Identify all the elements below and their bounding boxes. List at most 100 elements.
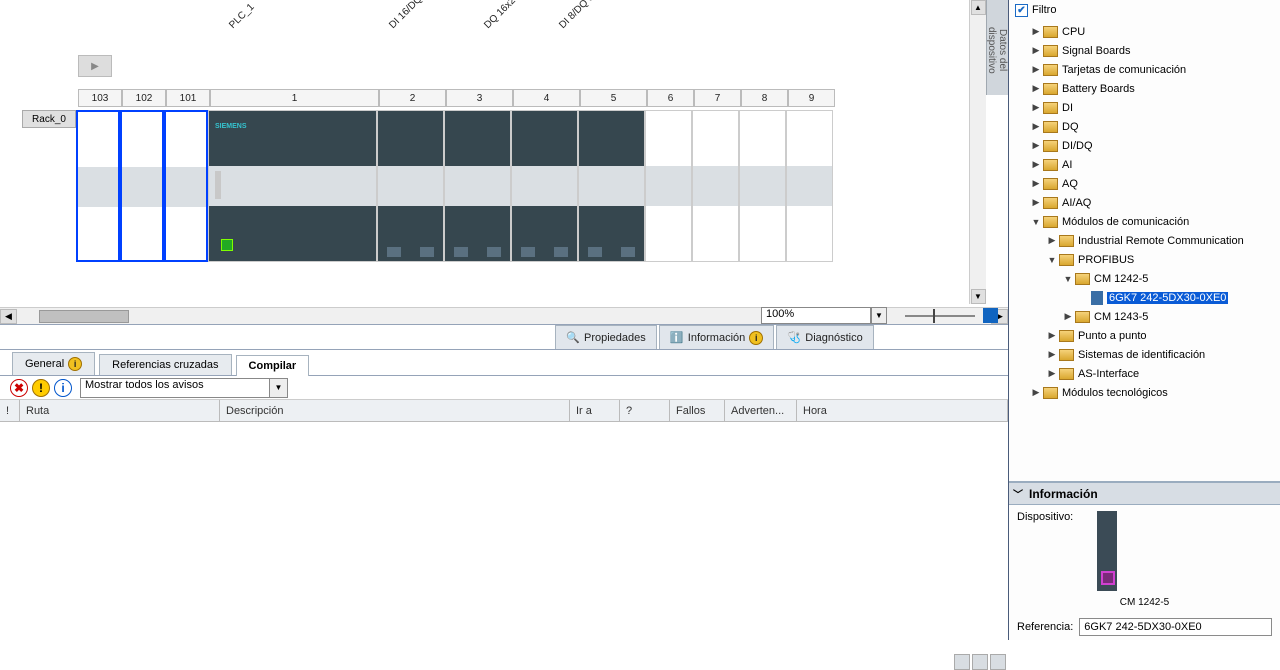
inspector-max[interactable]	[972, 654, 988, 670]
side-tab-device-data[interactable]: Datos del dispositivo	[986, 0, 1008, 95]
diag-icon: 🩺	[787, 331, 801, 345]
hscroll-thumb[interactable]	[39, 310, 129, 323]
catalog-item[interactable]: ▶Battery Boards	[1009, 79, 1280, 98]
col-goto[interactable]: Ir a	[570, 400, 620, 421]
catalog-item[interactable]: ▶AQ	[1009, 174, 1280, 193]
tab-properties[interactable]: 🔍 Propiedades	[555, 325, 657, 349]
catalog-item[interactable]: ▶AS-Interface	[1009, 364, 1280, 383]
expander-icon[interactable]: ▶	[1031, 64, 1041, 75]
info-panel-header[interactable]: ﹀ Información	[1009, 483, 1280, 505]
rack-slot[interactable]	[76, 110, 120, 262]
rack-slot[interactable]: SIEMENS	[208, 110, 377, 262]
col-fail[interactable]: Fallos	[670, 400, 725, 421]
expander-icon[interactable]: ▼	[1031, 217, 1041, 227]
folder-icon	[1075, 273, 1090, 285]
catalog-item[interactable]: ▶CM 1243-5	[1009, 307, 1280, 326]
expander-icon[interactable]: ▶	[1031, 102, 1041, 113]
catalog-item-label: AI	[1062, 159, 1072, 171]
expander-icon[interactable]: ▶	[1047, 349, 1057, 360]
catalog-item[interactable]: ▶DQ	[1009, 117, 1280, 136]
rack-slot[interactable]	[377, 110, 444, 262]
filter-warnings-icon[interactable]: !	[32, 379, 50, 397]
slot-number: 101	[166, 89, 210, 107]
hardware-catalog-tree[interactable]: ▶CPU▶Signal Boards▶Tarjetas de comunicac…	[1009, 20, 1280, 481]
hscroll-device[interactable]: ◀ ▶ 100% ▼	[0, 307, 1008, 324]
folder-icon	[1059, 330, 1074, 342]
expander-icon[interactable]: ▼	[1047, 255, 1057, 265]
rack-slot[interactable]	[164, 110, 208, 262]
rack-slot[interactable]	[692, 110, 739, 262]
catalog-filter-checkbox[interactable]: ✔	[1015, 4, 1028, 17]
subtab-general[interactable]: General i	[12, 352, 95, 375]
catalog-item[interactable]: ▼ PROFIBUS	[1009, 250, 1280, 269]
expander-icon[interactable]: ▶	[1031, 83, 1041, 94]
catalog-item[interactable]: ▶DI/DQ	[1009, 136, 1280, 155]
catalog-item[interactable]: ▶Punto a punto	[1009, 326, 1280, 345]
catalog-item[interactable]: ▶Industrial Remote Communication	[1009, 231, 1280, 250]
col-time[interactable]: Hora	[797, 400, 1008, 421]
catalog-item[interactable]: ▼Módulos de comunicación	[1009, 212, 1280, 231]
catalog-item[interactable]: ▼CM 1242-5	[1009, 269, 1280, 288]
expander-icon[interactable]: ▶	[1047, 235, 1057, 246]
expander-icon[interactable]: ▶	[1031, 159, 1041, 170]
expander-icon[interactable]: ▶	[1031, 197, 1041, 208]
inspector-restore[interactable]	[990, 654, 1006, 670]
expander-icon[interactable]: ▶	[1031, 45, 1041, 56]
catalog-item[interactable]: ▶DI	[1009, 98, 1280, 117]
catalog-item[interactable]: ▶ AI	[1009, 155, 1280, 174]
catalog-item[interactable]: ▶Sistemas de identificación	[1009, 345, 1280, 364]
catalog-item[interactable]: ▶AI/AQ	[1009, 193, 1280, 212]
zoom-slider[interactable]	[905, 315, 975, 317]
message-filter-dropdown-btn[interactable]: ▼	[270, 378, 288, 398]
expander-icon[interactable]: ▶	[1031, 178, 1041, 189]
overview-icon[interactable]	[983, 308, 998, 323]
expander-icon[interactable]: ▶	[1031, 26, 1041, 37]
zoom-input[interactable]: 100%	[761, 307, 871, 324]
tab-diag[interactable]: 🩺 Diagnóstico	[776, 325, 873, 349]
subtab-cross[interactable]: Referencias cruzadas	[99, 354, 231, 375]
rack-scroll-left[interactable]: ▶	[78, 55, 112, 77]
folder-icon	[1043, 26, 1058, 38]
rack-slot[interactable]	[444, 110, 511, 262]
catalog-item-label: PROFIBUS	[1078, 254, 1134, 266]
catalog-item[interactable]: ▶Tarjetas de comunicación	[1009, 60, 1280, 79]
zoom-dropdown[interactable]: ▼	[871, 307, 887, 324]
expander-icon[interactable]: ▶	[1031, 121, 1041, 132]
expander-icon[interactable]: ▶	[1031, 387, 1041, 398]
catalog-item[interactable]: ▶Signal Boards	[1009, 41, 1280, 60]
rack-slot[interactable]	[786, 110, 833, 262]
filter-info-icon[interactable]: i	[54, 379, 72, 397]
col-bang[interactable]: !	[0, 400, 20, 421]
catalog-item[interactable]: 6GK7 242-5DX30-0XE0	[1009, 288, 1280, 307]
expander-icon[interactable]: ▶	[1031, 140, 1041, 151]
device-view[interactable]: Datos del dispositivo ▲▼ PLC_1DI 16/DQ 1…	[0, 0, 1008, 325]
expander-icon[interactable]: ▶	[1047, 368, 1057, 379]
tab-info[interactable]: ℹ️ Información i	[659, 325, 774, 349]
subtab-compile[interactable]: Compilar	[236, 355, 310, 376]
col-path[interactable]: Ruta	[20, 400, 220, 421]
catalog-item[interactable]: ▶CPU	[1009, 22, 1280, 41]
rack-slot[interactable]	[120, 110, 164, 262]
expander-icon[interactable]: ▶	[1047, 330, 1057, 341]
compile-table[interactable]: ! Ruta Descripción Ir a ? Fallos Adverte…	[0, 400, 1008, 640]
expander-icon[interactable]: ▶	[1063, 311, 1073, 322]
subtab-compile-label: Compilar	[249, 360, 297, 372]
hscroll-left[interactable]: ◀	[0, 309, 17, 324]
catalog-item[interactable]: ▶Módulos tecnológicos	[1009, 383, 1280, 402]
info-badge: i	[749, 331, 763, 345]
col-warn[interactable]: Adverten...	[725, 400, 797, 421]
col-q[interactable]: ?	[620, 400, 670, 421]
rack-slot[interactable]	[645, 110, 692, 262]
catalog-filter[interactable]: ✔ Filtro	[1009, 0, 1280, 20]
reference-field[interactable]	[1079, 618, 1272, 636]
filter-errors-icon[interactable]: ✖	[10, 379, 28, 397]
inspector-min[interactable]	[954, 654, 970, 670]
col-desc[interactable]: Descripción	[220, 400, 570, 421]
rack-slot[interactable]	[739, 110, 786, 262]
vscroll-device[interactable]: ▲▼	[969, 0, 986, 304]
message-filter-dropdown[interactable]: Mostrar todos los avisos	[80, 378, 270, 398]
rack-slot[interactable]	[511, 110, 578, 262]
rack-slot[interactable]	[578, 110, 645, 262]
expander-icon[interactable]: ▼	[1063, 274, 1073, 284]
subtab-general-label: General	[25, 358, 64, 370]
